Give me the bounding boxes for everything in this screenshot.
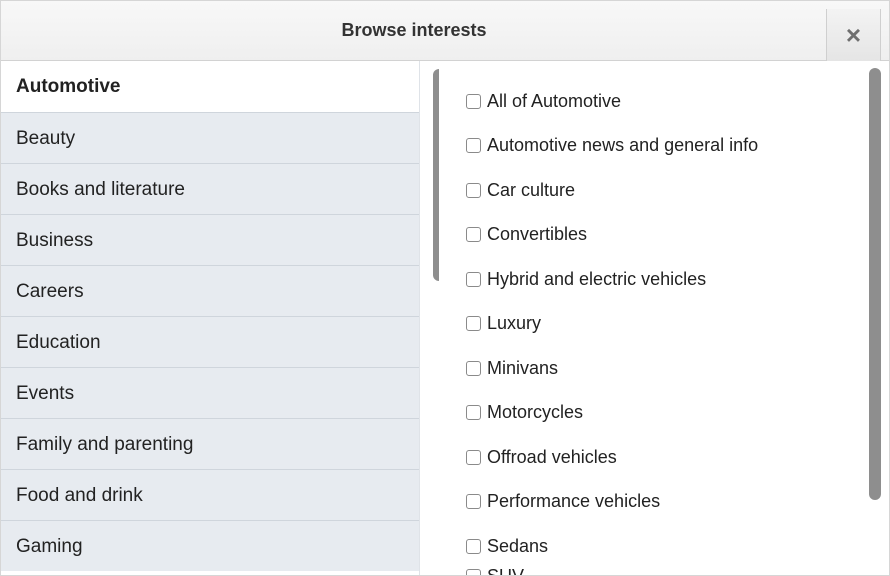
category-item-automotive[interactable]: Automotive bbox=[1, 61, 419, 112]
option-label: Offroad vehicles bbox=[487, 446, 617, 467]
option-label: SUV bbox=[487, 566, 524, 575]
option-label: Minivans bbox=[487, 357, 559, 378]
interest-options: All of Automotive Automotive news and ge… bbox=[439, 61, 889, 575]
category-list: Automotive Beauty Books and literature B… bbox=[1, 61, 420, 575]
option-suv[interactable]: SUV bbox=[466, 566, 524, 575]
checkbox[interactable] bbox=[466, 271, 481, 287]
checkbox[interactable] bbox=[466, 227, 481, 243]
category-item-business[interactable]: Business bbox=[1, 214, 419, 265]
option-label: Automotive news and general info bbox=[487, 135, 759, 156]
category-item-careers[interactable]: Careers bbox=[1, 265, 419, 316]
option-label: Luxury bbox=[487, 313, 542, 334]
category-scrollbar[interactable] bbox=[423, 61, 445, 575]
close-icon: × bbox=[845, 20, 862, 50]
option-luxury[interactable]: Luxury bbox=[466, 302, 889, 347]
checkbox[interactable] bbox=[466, 138, 481, 154]
option-motorcycles[interactable]: Motorcycles bbox=[466, 391, 889, 436]
category-item-beauty[interactable]: Beauty bbox=[1, 112, 419, 163]
option-list: All of Automotive Automotive news and ge… bbox=[439, 61, 889, 569]
checkbox[interactable] bbox=[466, 360, 481, 376]
option-sedans[interactable]: Sedans bbox=[466, 524, 889, 569]
option-performance-vehicles[interactable]: Performance vehicles bbox=[466, 480, 889, 525]
option-label: Motorcycles bbox=[487, 402, 584, 423]
checkbox[interactable] bbox=[466, 93, 481, 109]
option-label: All of Automotive bbox=[487, 90, 622, 111]
options-scroll-thumb[interactable] bbox=[869, 68, 881, 500]
checkbox[interactable] bbox=[466, 405, 481, 421]
checkbox[interactable] bbox=[466, 449, 481, 465]
option-hybrid-and-electric-vehicles[interactable]: Hybrid and electric vehicles bbox=[466, 257, 889, 302]
checkbox[interactable] bbox=[466, 316, 481, 332]
browse-interests-dialog: Browse interests × Automotive Beauty Boo… bbox=[0, 0, 890, 576]
checkbox[interactable] bbox=[466, 494, 481, 510]
category-item-family-and-parenting[interactable]: Family and parenting bbox=[1, 418, 419, 469]
dialog-title: Browse interests bbox=[341, 20, 487, 40]
category-item-books-and-literature[interactable]: Books and literature bbox=[1, 163, 419, 214]
checkbox[interactable] bbox=[466, 538, 481, 554]
category-item-events[interactable]: Events bbox=[1, 367, 419, 418]
option-convertibles[interactable]: Convertibles bbox=[466, 213, 889, 258]
close-button[interactable]: × bbox=[826, 9, 881, 61]
category-item-gaming[interactable]: Gaming bbox=[1, 520, 419, 571]
option-offroad-vehicles[interactable]: Offroad vehicles bbox=[466, 435, 889, 480]
category-item-education[interactable]: Education bbox=[1, 316, 419, 367]
option-all-of-automotive[interactable]: All of Automotive bbox=[466, 79, 889, 124]
option-automotive-news-and-general-info[interactable]: Automotive news and general info bbox=[466, 124, 889, 169]
category-item-food-and-drink[interactable]: Food and drink bbox=[1, 469, 419, 520]
option-label: Hybrid and electric vehicles bbox=[487, 268, 707, 289]
option-car-culture[interactable]: Car culture bbox=[466, 168, 889, 213]
checkbox[interactable] bbox=[466, 569, 481, 575]
option-label: Performance vehicles bbox=[487, 491, 661, 512]
option-minivans[interactable]: Minivans bbox=[466, 346, 889, 391]
option-label: Car culture bbox=[487, 179, 576, 200]
option-label: Convertibles bbox=[487, 224, 588, 245]
dialog-header: Browse interests × bbox=[1, 1, 889, 61]
dialog-content: Automotive Beauty Books and literature B… bbox=[1, 61, 889, 575]
checkbox[interactable] bbox=[466, 182, 481, 198]
option-label: Sedans bbox=[487, 535, 549, 556]
